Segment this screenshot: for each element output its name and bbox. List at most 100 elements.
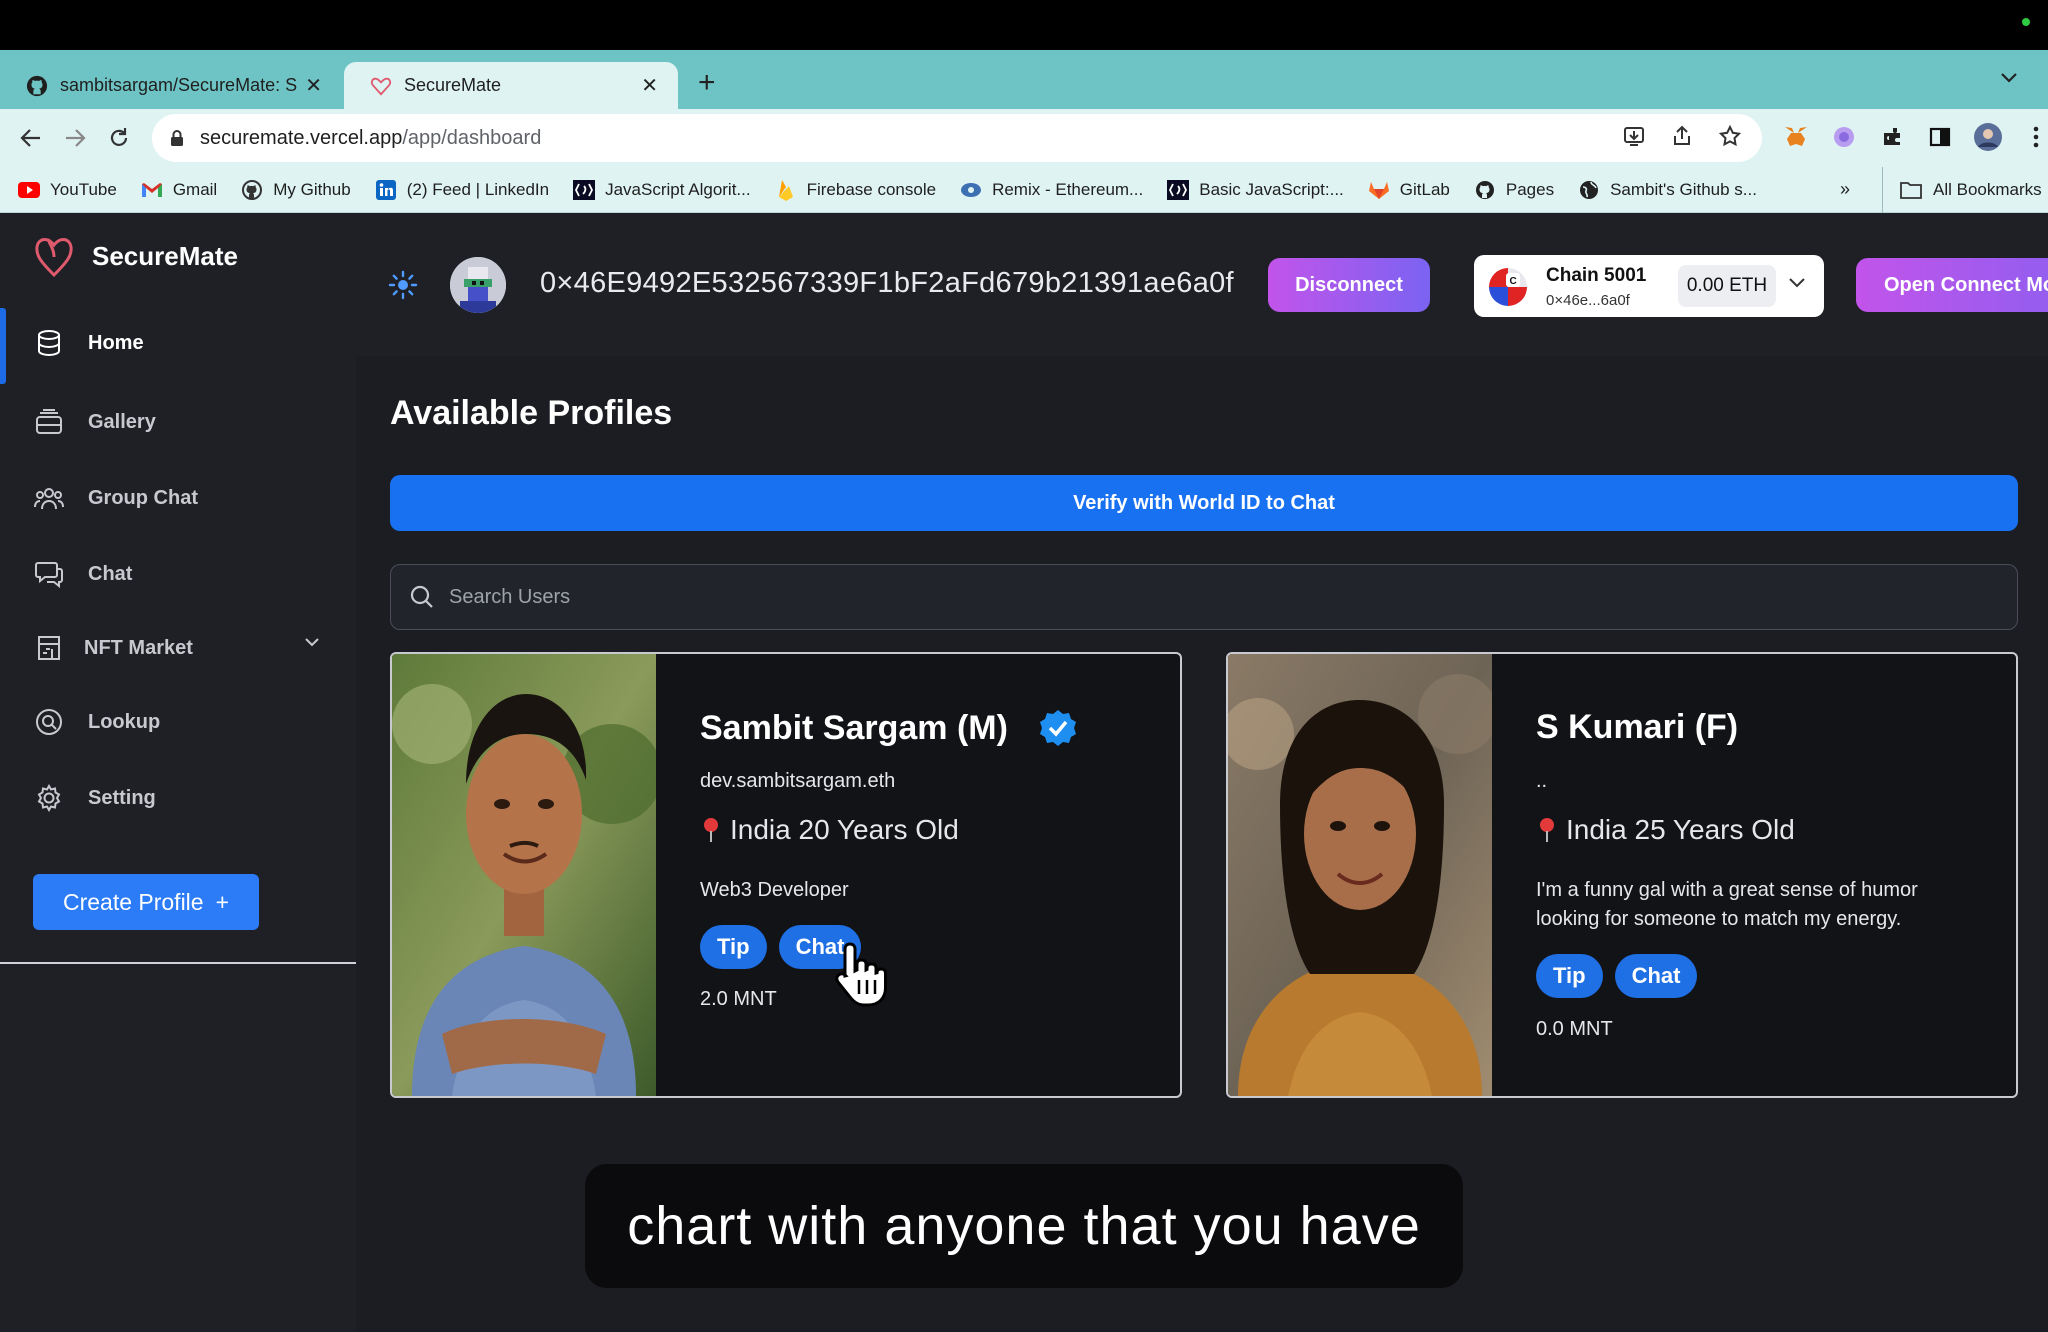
extension-purple-icon[interactable] bbox=[1828, 121, 1860, 153]
search-box bbox=[390, 564, 2018, 630]
install-icon[interactable] bbox=[1622, 124, 1646, 148]
bookmark-linkedin[interactable]: (2) Feed | LinkedIn bbox=[375, 179, 549, 201]
active-indicator bbox=[0, 308, 6, 384]
bookmark-pages[interactable]: Pages bbox=[1474, 179, 1554, 201]
kebab-menu-icon[interactable] bbox=[2020, 121, 2048, 153]
globe-icon bbox=[1578, 179, 1600, 201]
firebase-icon bbox=[775, 179, 797, 201]
profile-photo bbox=[1228, 654, 1492, 1096]
camera-indicator bbox=[2022, 18, 2030, 26]
bookmark-js-algorithms[interactable]: JavaScript Algorit... bbox=[573, 179, 751, 201]
fcc-icon bbox=[1167, 179, 1190, 201]
back-button[interactable] bbox=[16, 123, 46, 153]
search-input[interactable] bbox=[449, 585, 2017, 609]
create-profile-label: Create Profile bbox=[62, 888, 204, 915]
sidebar-item-label: Chat bbox=[88, 562, 133, 585]
bookmark-basic-js[interactable]: Basic JavaScript:... bbox=[1167, 179, 1344, 201]
bookmarks-overflow[interactable]: » bbox=[1840, 179, 1850, 200]
reload-icon bbox=[110, 128, 128, 146]
puzzle-icon[interactable] bbox=[1876, 121, 1908, 153]
folder-icon bbox=[1899, 180, 1923, 200]
heart-logo-icon bbox=[35, 238, 73, 278]
bookmark-label: (2) Feed | LinkedIn bbox=[406, 179, 550, 199]
logo[interactable]: SecureMate bbox=[34, 233, 238, 279]
youtube-icon bbox=[18, 179, 40, 201]
forward-button[interactable] bbox=[60, 123, 90, 153]
all-bookmarks[interactable]: All Bookmarks bbox=[1882, 167, 2042, 213]
bookmark-label: Basic JavaScript:... bbox=[1199, 179, 1344, 199]
wallet-avatar[interactable] bbox=[450, 257, 506, 313]
close-icon[interactable]: ✕ bbox=[641, 73, 658, 98]
bookmark-gitlab[interactable]: GitLab bbox=[1368, 179, 1450, 201]
chain-name: Chain 5001 bbox=[1546, 265, 1647, 286]
disconnect-button[interactable]: Disconnect bbox=[1268, 258, 1430, 312]
bookmark-remix[interactable]: Remix - Ethereum... bbox=[960, 179, 1143, 201]
side-panel-icon[interactable] bbox=[1924, 121, 1956, 153]
lock-icon[interactable] bbox=[168, 129, 186, 147]
sidebar-item-gallery[interactable]: Gallery bbox=[0, 387, 356, 457]
profile-handle: dev.sambitsargam.eth bbox=[700, 770, 896, 792]
profile-info: Sambit Sargam (M) dev.sambitsargam.eth I… bbox=[700, 654, 1160, 1096]
video-caption: chart with anyone that you have bbox=[585, 1164, 1463, 1288]
bookmark-sambit-github[interactable]: Sambit's Github s... bbox=[1578, 179, 1757, 201]
page-title: Available Profiles bbox=[390, 394, 673, 432]
close-icon[interactable]: ✕ bbox=[305, 73, 322, 98]
chevron-down-icon[interactable] bbox=[2000, 72, 2018, 84]
gitlab-icon bbox=[1368, 179, 1390, 201]
sun-icon[interactable] bbox=[388, 270, 418, 300]
profile-name: Sambit Sargam (M) bbox=[700, 708, 1008, 747]
linkedin-icon bbox=[375, 179, 397, 201]
wallet-address: 0×46E9492E532567339F1bF2aFd679b21391ae6a… bbox=[540, 267, 1234, 299]
share-icon[interactable] bbox=[1670, 124, 1694, 148]
profile-name-row: Sambit Sargam (M) bbox=[700, 708, 1078, 748]
lookup-icon bbox=[34, 707, 64, 737]
chevron-down-icon[interactable] bbox=[1788, 277, 1806, 289]
profile-bio: I'm a funny gal with a great sense of hu… bbox=[1536, 879, 1918, 930]
browser-toolbar: securemate.vercel.app/app/dashboard bbox=[0, 109, 2048, 167]
profile-avatar-icon[interactable] bbox=[1972, 121, 2004, 153]
chat-button[interactable]: Chat bbox=[1614, 954, 1698, 998]
sidebar-item-label: Group Chat bbox=[88, 486, 198, 509]
profile-info: S Kumari (F) .. India 25 Years Old I'm a… bbox=[1536, 654, 1996, 1096]
github-icon bbox=[241, 179, 263, 201]
sidebar-item-label: NFT Market bbox=[84, 636, 193, 659]
profile-handle: .. bbox=[1536, 770, 1548, 792]
sidebar-item-nft-market[interactable]: NFT Market bbox=[0, 613, 356, 683]
open-connect-modal-button[interactable]: Open Connect Mo bbox=[1856, 258, 2048, 312]
search-icon bbox=[410, 585, 433, 608]
bookmark-youtube[interactable]: YouTube bbox=[18, 179, 117, 201]
bookmarks-bar: YouTube Gmail My Github (2) Feed | Linke… bbox=[0, 167, 2048, 213]
sidebar-item-group-chat[interactable]: Group Chat bbox=[0, 463, 356, 533]
verify-world-id-button[interactable]: Verify with World ID to Chat bbox=[390, 475, 2018, 531]
bookmark-label: Pages bbox=[1505, 179, 1555, 199]
sidebar-item-lookup[interactable]: Lookup bbox=[0, 687, 356, 757]
verified-badge-icon bbox=[1039, 710, 1076, 746]
fcc-icon bbox=[573, 179, 596, 201]
metamask-icon[interactable] bbox=[1780, 121, 1812, 153]
reload-button[interactable] bbox=[104, 123, 134, 153]
github-icon bbox=[1474, 179, 1496, 201]
bookmark-gmail[interactable]: Gmail bbox=[141, 179, 217, 201]
sidebar-item-home[interactable]: Home bbox=[0, 308, 356, 384]
sidebar-item-setting[interactable]: Setting bbox=[0, 763, 356, 833]
address-bar[interactable]: securemate.vercel.app/app/dashboard bbox=[152, 114, 1762, 162]
new-tab-button[interactable]: + bbox=[698, 68, 716, 98]
bookmark-firebase[interactable]: Firebase console bbox=[775, 179, 936, 201]
profile-name: S Kumari (F) bbox=[1536, 708, 1739, 746]
url-text: securemate.vercel.app/app/dashboard bbox=[200, 127, 541, 150]
star-icon[interactable] bbox=[1718, 124, 1742, 148]
chevron-down-icon[interactable] bbox=[304, 637, 320, 647]
tab-securemate[interactable]: SecureMate ✕ bbox=[344, 62, 678, 109]
sidebar-divider bbox=[0, 962, 356, 964]
url-path: /app/dashboard bbox=[402, 126, 542, 149]
profile-bio: Web3 Developer bbox=[700, 879, 849, 901]
tip-button[interactable]: Tip bbox=[700, 925, 767, 969]
chain-selector[interactable]: C Chain 5001 0×46e...6a0f 0.00 ETH bbox=[1474, 255, 1824, 317]
bookmark-my-github[interactable]: My Github bbox=[241, 179, 351, 201]
gmail-icon bbox=[141, 179, 163, 201]
tab-github[interactable]: sambitsargam/SecureMate: Se ✕ bbox=[0, 62, 342, 109]
sidebar-item-chat[interactable]: Chat bbox=[0, 539, 356, 609]
tip-button[interactable]: Tip bbox=[1536, 954, 1603, 998]
create-profile-button[interactable]: Create Profile + bbox=[33, 874, 259, 930]
profile-location: India 20 Years Old bbox=[700, 814, 959, 846]
